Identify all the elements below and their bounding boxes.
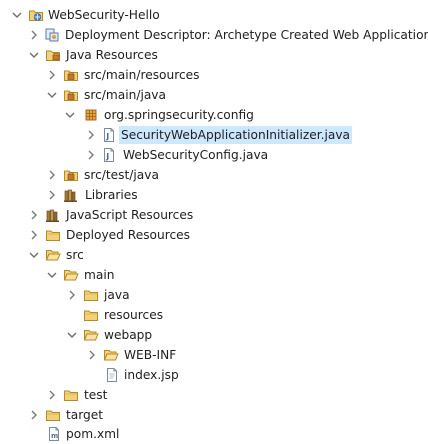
tree-row-deployment-descriptor[interactable]: Deployment Descriptor: Archetype Created… bbox=[0, 25, 428, 45]
libraries-icon bbox=[63, 187, 79, 203]
tree-label-file-config[interactable]: WebSecurityConfig.java bbox=[121, 146, 270, 164]
folder-icon bbox=[45, 227, 61, 243]
source-folder-icon bbox=[63, 67, 79, 83]
chevron-right-icon[interactable] bbox=[87, 150, 95, 160]
tree-label-package[interactable]: org.springsecurity.config bbox=[102, 106, 256, 124]
web-project-icon bbox=[28, 7, 44, 23]
tree-label-deployment-descriptor[interactable]: Deployment Descriptor: Archetype Created… bbox=[63, 26, 428, 44]
tree-label-src[interactable]: src bbox=[64, 246, 86, 264]
tree-label-src-main-resources[interactable]: src/main/resources bbox=[82, 66, 202, 84]
chevron-down-icon[interactable] bbox=[47, 90, 57, 100]
tree-label-index-jsp[interactable]: index.jsp bbox=[122, 366, 181, 384]
folder-icon bbox=[45, 407, 61, 423]
folder-icon bbox=[83, 307, 99, 323]
chevron-right-icon[interactable] bbox=[48, 390, 56, 400]
chevron-down-icon[interactable] bbox=[67, 330, 77, 340]
tree-label-java[interactable]: java bbox=[102, 286, 132, 304]
tree-label-project[interactable]: WebSecurity-Hello bbox=[46, 6, 162, 24]
tree-label-java-resources[interactable]: Java Resources bbox=[64, 46, 160, 64]
chevron-down-icon[interactable] bbox=[29, 250, 39, 260]
tree-row-file-config[interactable]: J WebSecurityConfig.java bbox=[0, 145, 428, 165]
tree-row-project[interactable]: WebSecurity-Hello bbox=[0, 5, 428, 25]
tree-row-web-inf[interactable]: WEB-INF bbox=[0, 345, 428, 365]
svg-text:J: J bbox=[105, 132, 109, 141]
tree-row-test[interactable]: test bbox=[0, 385, 428, 405]
open-folder-icon bbox=[103, 347, 119, 363]
tree-label-src-main-java[interactable]: src/main/java bbox=[82, 86, 168, 104]
tree-row-java-resources[interactable]: Java Resources bbox=[0, 45, 428, 65]
chevron-down-icon[interactable] bbox=[47, 270, 57, 280]
tree-label-pom[interactable]: pom.xml bbox=[64, 425, 121, 443]
tree-row-file-initializer[interactable]: J SecurityWebApplicationInitializer.java bbox=[0, 125, 428, 145]
java-file-icon: J bbox=[101, 147, 117, 163]
tree-label-src-test-java[interactable]: src/test/java bbox=[82, 166, 161, 184]
open-folder-icon bbox=[83, 327, 99, 343]
source-folder-icon bbox=[63, 87, 79, 103]
chevron-right-icon[interactable] bbox=[68, 290, 76, 300]
chevron-right-icon[interactable] bbox=[30, 230, 38, 240]
tree-row-pom[interactable]: m pom.xml bbox=[0, 424, 428, 444]
tree-row-deployed-resources[interactable]: Deployed Resources bbox=[0, 225, 428, 245]
tree-row-src-test-java[interactable]: src/test/java bbox=[0, 165, 428, 185]
tree-label-web-inf[interactable]: WEB-INF bbox=[122, 346, 178, 364]
tree-row-src-main-resources[interactable]: src/main/resources bbox=[0, 65, 428, 85]
svg-text:J: J bbox=[105, 152, 109, 161]
tree-row-java[interactable]: java bbox=[0, 285, 428, 305]
chevron-right-icon[interactable] bbox=[48, 170, 56, 180]
tree-row-target[interactable]: target bbox=[0, 405, 428, 425]
tree-label-test[interactable]: test bbox=[82, 386, 109, 404]
chevron-right-icon[interactable] bbox=[30, 410, 38, 420]
chevron-down-icon[interactable] bbox=[12, 10, 22, 20]
open-folder-icon bbox=[63, 267, 79, 283]
tree-label-javascript-resources[interactable]: JavaScript Resources bbox=[64, 206, 195, 224]
tree-row-webapp[interactable]: webapp bbox=[0, 325, 428, 345]
jsp-file-icon bbox=[104, 367, 120, 383]
open-folder-icon bbox=[45, 247, 61, 263]
java-file-icon: J bbox=[101, 127, 117, 143]
source-folder-icon bbox=[63, 167, 79, 183]
chevron-down-icon[interactable] bbox=[65, 110, 75, 120]
tree-row-javascript-resources[interactable]: JavaScript Resources bbox=[0, 205, 428, 225]
deployment-descriptor-icon bbox=[44, 27, 60, 43]
folder-icon bbox=[83, 287, 99, 303]
tree-label-libraries[interactable]: Libraries bbox=[83, 186, 140, 204]
tree-row-src[interactable]: src bbox=[0, 245, 428, 265]
tree-label-file-initializer[interactable]: SecurityWebApplicationInitializer.java bbox=[119, 126, 353, 144]
tree-row-resources[interactable]: resources bbox=[0, 305, 428, 325]
tree-row-package[interactable]: org.springsecurity.config bbox=[0, 105, 428, 125]
tree-row-libraries[interactable]: Libraries bbox=[0, 185, 428, 205]
chevron-right-icon[interactable] bbox=[87, 130, 95, 140]
tree-row-index-jsp[interactable]: index.jsp bbox=[0, 365, 428, 385]
libraries-icon bbox=[45, 207, 61, 223]
chevron-right-icon[interactable] bbox=[30, 210, 38, 220]
package-icon bbox=[83, 107, 99, 123]
tree-label-target[interactable]: target bbox=[64, 406, 105, 424]
svg-text:m: m bbox=[51, 432, 58, 440]
chevron-right-icon[interactable] bbox=[88, 350, 96, 360]
chevron-right-icon[interactable] bbox=[48, 190, 56, 200]
tree-label-deployed-resources[interactable]: Deployed Resources bbox=[64, 226, 192, 244]
chevron-right-icon[interactable] bbox=[30, 30, 38, 40]
tree-row-main[interactable]: main bbox=[0, 265, 428, 285]
java-resources-icon bbox=[45, 47, 61, 63]
tree-row-src-main-java[interactable]: src/main/java bbox=[0, 85, 428, 105]
tree-label-resources[interactable]: resources bbox=[102, 306, 165, 324]
tree-label-main[interactable]: main bbox=[82, 266, 116, 284]
tree-label-webapp[interactable]: webapp bbox=[102, 326, 154, 344]
folder-icon bbox=[63, 387, 79, 403]
xml-file-icon: m bbox=[46, 426, 62, 442]
chevron-right-icon[interactable] bbox=[48, 70, 56, 80]
chevron-down-icon[interactable] bbox=[29, 50, 39, 60]
